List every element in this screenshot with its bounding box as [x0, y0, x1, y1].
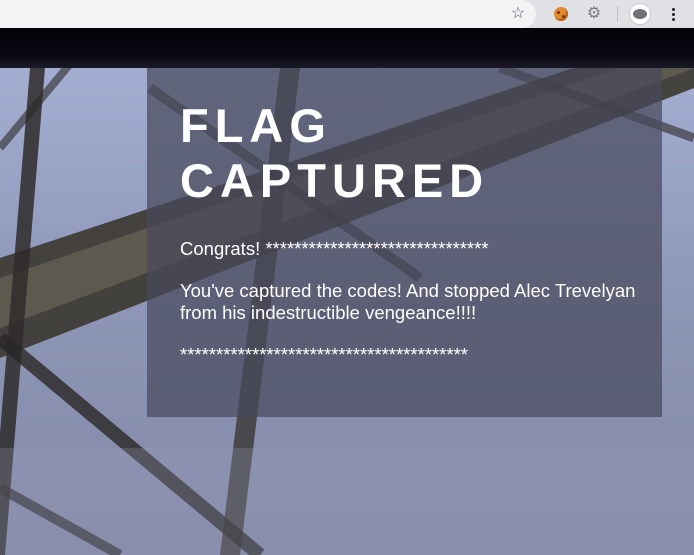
- avatar-face-icon: [633, 9, 647, 19]
- message-text: You've captured the codes! And stopped A…: [180, 280, 636, 323]
- page-title: FLAG CAPTURED: [180, 98, 620, 208]
- profile-avatar[interactable]: [629, 3, 651, 25]
- toolbar-divider: [617, 6, 618, 22]
- browser-toolbar: ☆ ⚙: [0, 0, 694, 28]
- address-bar[interactable]: [0, 0, 536, 28]
- congrats-text: Congrats! ******************************…: [180, 238, 489, 259]
- star-icon[interactable]: ☆: [508, 4, 528, 24]
- cookie-extension-icon[interactable]: [551, 4, 571, 24]
- title-line-1: FLAG: [180, 99, 332, 152]
- page: ☆ ⚙ FLAG CAPTURED Congrats! ************…: [0, 0, 694, 555]
- header-band: [0, 28, 694, 68]
- menu-icon[interactable]: [663, 4, 683, 24]
- title-line-2: CAPTURED: [180, 154, 490, 207]
- flag-panel: FLAG CAPTURED Congrats! ****************…: [147, 68, 662, 417]
- stars-text: ****************************************: [180, 344, 468, 365]
- gear-extension-icon[interactable]: ⚙: [584, 4, 604, 24]
